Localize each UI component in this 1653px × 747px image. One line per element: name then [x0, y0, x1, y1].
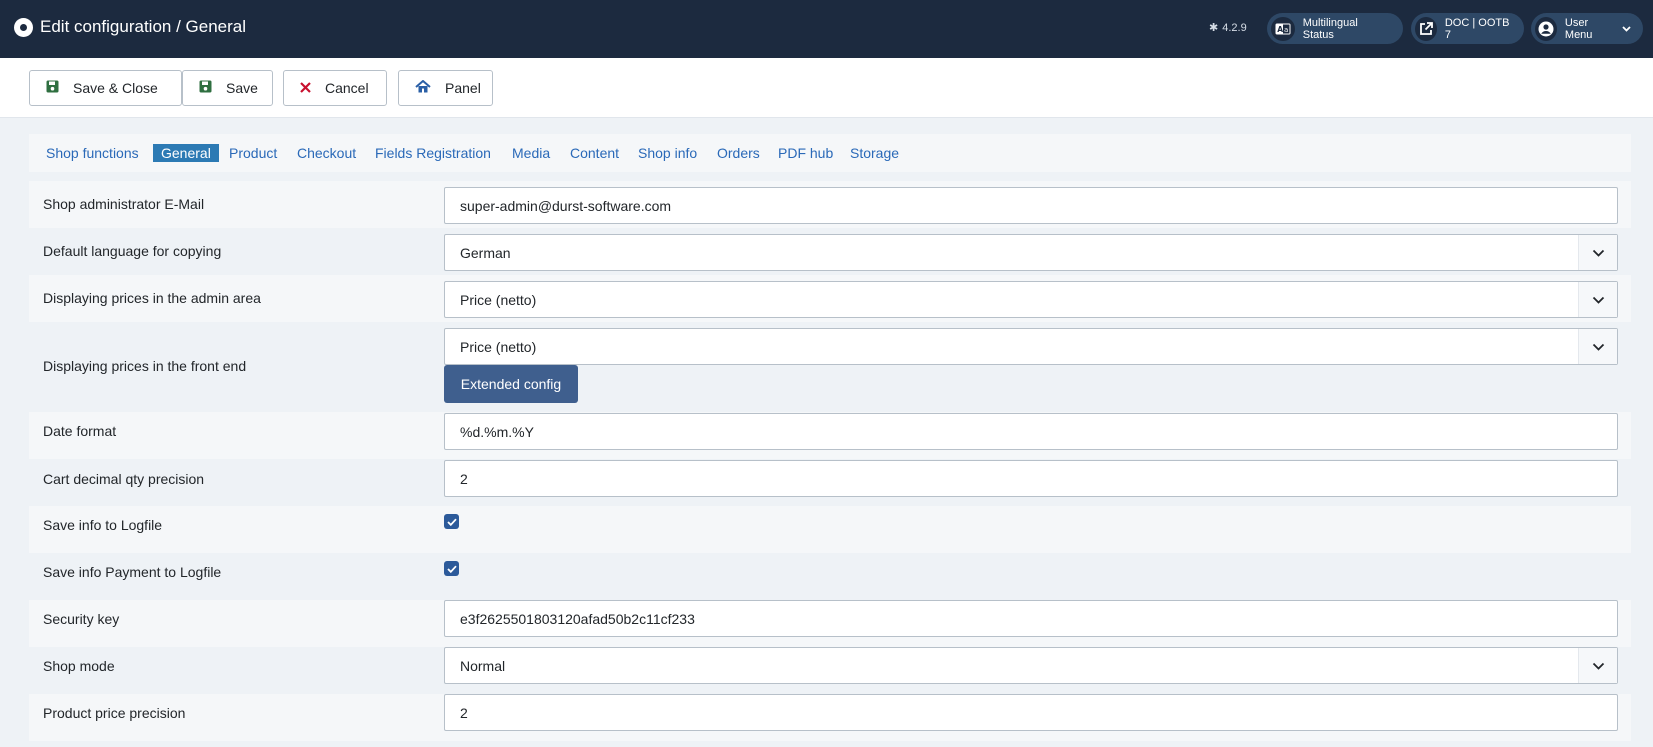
- tab-general[interactable]: General: [153, 144, 219, 162]
- tab-shop-functions[interactable]: Shop functions: [46, 144, 139, 162]
- security-key-input[interactable]: e3f2625501803120afad50b2c11cf233: [444, 600, 1618, 637]
- tab-orders[interactable]: Orders: [717, 144, 760, 162]
- field-label: Security key: [43, 611, 120, 627]
- tab-shop-info[interactable]: Shop info: [638, 144, 697, 162]
- joomla-icon: ✱: [1209, 22, 1219, 34]
- form-row-log-payment: Save info Payment to Logfile: [29, 553, 1631, 600]
- version-text: 4.2.9: [1222, 21, 1247, 34]
- chevron-down-icon[interactable]: [1578, 648, 1617, 683]
- app-header: Edit configuration / General ✱ 4.2.9 Aa …: [0, 0, 1653, 58]
- select-value: Normal: [460, 657, 506, 674]
- tab-fields-registration[interactable]: Fields Registration: [375, 144, 491, 162]
- cancel-button[interactable]: Cancel: [283, 70, 387, 106]
- home-icon: [415, 79, 431, 96]
- field-label: Shop mode: [43, 658, 115, 674]
- extended-config-button[interactable]: Extended config: [444, 365, 578, 403]
- toolbar: Save & Close Save Cancel Panel: [0, 58, 1653, 118]
- close-icon: [300, 80, 311, 96]
- field-label: Save info Payment to Logfile: [43, 564, 222, 580]
- version-indicator: ✱ 4.2.9: [1209, 21, 1247, 35]
- price-precision-input[interactable]: 2: [444, 694, 1618, 731]
- select-value: Price (netto): [460, 338, 537, 355]
- joomla-logo-icon[interactable]: [14, 18, 33, 37]
- admin-email-input[interactable]: super-admin@durst-software.com: [444, 187, 1618, 224]
- prices-frontend-select[interactable]: Price (netto): [444, 328, 1618, 365]
- multilingual-status-label: Multilingual Status: [1302, 16, 1358, 41]
- default-language-select[interactable]: German: [444, 234, 1618, 271]
- prices-admin-select[interactable]: Price (netto): [444, 281, 1618, 318]
- date-format-input[interactable]: %d.%m.%Y: [444, 413, 1618, 450]
- floppy-disk-icon: [46, 80, 59, 96]
- doc-site-link[interactable]: DOC | OOTB 7: [1411, 13, 1524, 44]
- svg-text:A: A: [1277, 25, 1283, 34]
- tab-product[interactable]: Product: [229, 144, 277, 162]
- save-button[interactable]: Save: [182, 70, 273, 106]
- language-icon: Aa: [1271, 16, 1295, 41]
- cart-precision-input[interactable]: 2: [444, 460, 1618, 497]
- checkmark-icon: [446, 518, 457, 526]
- form-row-log-info: Save info to Logfile: [29, 506, 1631, 553]
- field-label: Shop administrator E-Mail: [43, 196, 205, 212]
- user-menu-button[interactable]: User Menu: [1531, 13, 1643, 44]
- field-label: Product price precision: [43, 705, 186, 721]
- page-title: Edit configuration / General: [40, 17, 247, 36]
- config-tabs: Shop functions General Product Checkout …: [29, 134, 1631, 172]
- panel-button[interactable]: Panel: [398, 70, 493, 106]
- field-label: Save info to Logfile: [43, 517, 163, 533]
- cancel-label: Cancel: [325, 80, 369, 96]
- svg-text:a: a: [1284, 26, 1288, 34]
- doc-site-label: DOC | OOTB 7: [1444, 16, 1510, 41]
- checkmark-icon: [446, 565, 457, 573]
- chevron-down-icon[interactable]: [1578, 329, 1617, 364]
- field-label: Default language for copying: [43, 243, 222, 259]
- field-label: Displaying prices in the admin area: [43, 290, 261, 306]
- floppy-disk-icon: [199, 80, 212, 96]
- chevron-down-icon: [1622, 23, 1631, 35]
- chevron-down-icon[interactable]: [1578, 282, 1617, 317]
- log-payment-checkbox[interactable]: [444, 561, 459, 576]
- tab-pdf-hub[interactable]: PDF hub: [778, 144, 833, 162]
- log-info-checkbox[interactable]: [444, 514, 459, 529]
- panel-label: Panel: [445, 80, 481, 96]
- external-link-icon: [1415, 16, 1437, 41]
- field-label: Cart decimal qty precision: [43, 471, 205, 487]
- tab-storage[interactable]: Storage: [850, 144, 899, 162]
- user-circle-icon: [1535, 16, 1557, 41]
- save-close-label: Save & Close: [73, 80, 158, 96]
- save-label: Save: [226, 80, 258, 96]
- select-value: Price (netto): [460, 291, 537, 308]
- shop-mode-select[interactable]: Normal: [444, 647, 1618, 684]
- user-menu-label: User Menu: [1564, 16, 1593, 41]
- tab-content[interactable]: Content: [570, 144, 619, 162]
- field-label: Date format: [43, 423, 117, 439]
- save-close-button[interactable]: Save & Close: [29, 70, 182, 106]
- tab-checkout[interactable]: Checkout: [297, 144, 356, 162]
- chevron-down-icon[interactable]: [1578, 235, 1617, 270]
- tab-media[interactable]: Media: [512, 144, 550, 162]
- multilingual-status-button[interactable]: Aa Multilingual Status: [1267, 13, 1403, 44]
- select-value: German: [460, 244, 511, 261]
- field-label: Displaying prices in the front end: [43, 358, 247, 374]
